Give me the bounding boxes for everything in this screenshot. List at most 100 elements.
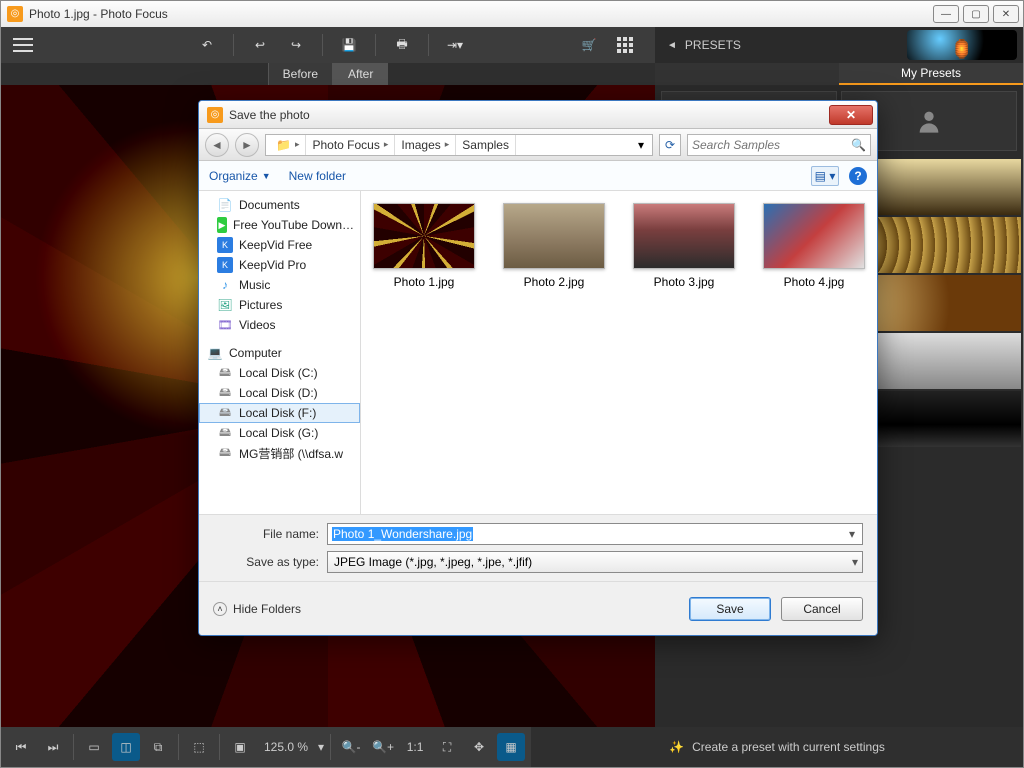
create-preset-label: Create a preset with current settings [692,740,885,754]
titlebar: Photo 1.jpg - Photo Focus — ▢ ✕ [1,1,1023,27]
tree-keepvid-free[interactable]: KKeepVid Free [199,235,360,255]
file-item[interactable]: Photo 2.jpg [503,203,605,289]
zoom-dropdown-icon[interactable]: ▾ [318,740,324,754]
print-icon[interactable]: 🖶 [388,31,416,59]
nav-forward-icon[interactable]: ► [235,133,259,157]
tab-after[interactable]: After [333,63,388,85]
help-icon[interactable]: ? [849,167,867,185]
tree-disk-g[interactable]: 🖴Local Disk (G:) [199,423,360,443]
tree-computer[interactable]: 💻Computer [199,343,360,363]
file-grid[interactable]: Photo 1.jpg Photo 2.jpg Photo 3.jpg Phot… [361,191,877,514]
save-type-select[interactable]: JPEG Image (*.jpg, *.jpeg, *.jpe, *.jfif… [327,551,863,573]
save-type-label: Save as type: [213,555,319,569]
refresh-icon[interactable]: ⟳ [659,134,681,156]
dialog-close-button[interactable]: ✕ [829,105,873,125]
fullscreen-icon[interactable]: ⛶ [433,733,461,761]
tree-keepvid-pro[interactable]: KKeepVid Pro [199,255,360,275]
dialog-body: 📄Documents ▶Free YouTube Down… KKeepVid … [199,191,877,514]
save-icon[interactable]: 💾 [335,31,363,59]
tree-disk-mg[interactable]: 🖴MG营销部 (\\dfsa.w [199,443,360,464]
bc-dropdown-icon[interactable]: ▾ [634,138,648,152]
tab-app-presets[interactable] [655,63,839,85]
view-mode-button[interactable]: ▤ ▾ [811,166,839,186]
filename-label: File name: [213,527,319,541]
undo-all-icon[interactable]: ↶ [193,31,221,59]
save-button[interactable]: Save [689,597,771,621]
file-label: Photo 3.jpg [654,275,715,289]
window-title: Photo 1.jpg - Photo Focus [29,7,929,21]
prev-image-icon[interactable]: ⏮ [7,733,35,761]
menu-icon[interactable] [9,31,37,59]
organize-menu[interactable]: Organize ▼ [209,169,271,183]
close-button[interactable]: ✕ [993,5,1019,23]
filename-input[interactable]: Photo 1_Wondershare.jpg ▾ [327,523,863,545]
bottom-toolbar: ⏮ ⏭ ▭ ◫ ⧉ ⬚ ▣ 125.0 % ▾ 🔍- 🔍+ 1:1 ⛶ ✥ ▦ [1,727,1023,767]
search-input[interactable]: 🔍 [687,134,871,156]
file-item[interactable]: Photo 3.jpg [633,203,735,289]
bc-seg[interactable]: Samples [456,135,516,155]
tree-pictures[interactable]: 🖼Pictures [199,295,360,315]
pan-icon[interactable]: ✥ [465,733,493,761]
create-preset-button[interactable]: ✨ Create a preset with current settings [531,727,1023,767]
split-view-icon[interactable]: ◫ [112,733,140,761]
app-toolbar: ↶ ↩ ↪ 💾 🖶 ⇥▾ 🛒 ◄ PRESETS 🏮 [1,27,1023,63]
zoom-in-icon[interactable]: 🔍+ [369,733,397,761]
search-icon: 🔍 [851,138,866,152]
chevron-up-icon: ˄ [213,602,227,616]
save-dialog: Save the photo ✕ ◄ ► 📁▸ Photo Focus▸ Ima… [198,100,878,636]
tree-disk-c[interactable]: 🖴Local Disk (C:) [199,363,360,383]
filename-dropdown-icon[interactable]: ▾ [844,526,860,542]
navigator-icon[interactable]: ▦ [497,733,525,761]
tree-videos[interactable]: 🎞Videos [199,315,360,335]
dialog-toolbar: Organize ▼ New folder ▤ ▾ ? [199,161,877,191]
actual-size-icon[interactable]: 1:1 [401,733,429,761]
redo-icon[interactable]: ↪ [282,31,310,59]
maximize-button[interactable]: ▢ [963,5,989,23]
histogram-icon[interactable]: ⬚ [185,733,213,761]
undo-icon[interactable]: ↩ [246,31,274,59]
tree-disk-f[interactable]: 🖴Local Disk (F:) [199,403,360,423]
presets-label: PRESETS [685,38,741,52]
nav-back-icon[interactable]: ◄ [205,133,229,157]
hide-folders-toggle[interactable]: ˄ Hide Folders [213,602,301,616]
file-thumb [633,203,735,269]
dialog-navbar: ◄ ► 📁▸ Photo Focus▸ Images▸ Samples ▾ ⟳ … [199,129,877,161]
collapse-icon[interactable]: ◄ [667,40,677,51]
file-item[interactable]: Photo 4.jpg [763,203,865,289]
wand-icon: ✨ [669,740,684,754]
tree-youtube[interactable]: ▶Free YouTube Down… [199,215,360,235]
tree-disk-d[interactable]: 🖴Local Disk (D:) [199,383,360,403]
dialog-title: Save the photo [229,108,829,122]
bc-seg[interactable]: Photo Focus▸ [306,135,395,155]
minimize-button[interactable]: — [933,5,959,23]
folder-tree[interactable]: 📄Documents ▶Free YouTube Down… KKeepVid … [199,191,361,514]
tree-music[interactable]: ♪Music [199,275,360,295]
genie-lamp-decoration: 🏮 [897,27,1017,63]
file-label: Photo 2.jpg [524,275,585,289]
tree-documents[interactable]: 📄Documents [199,195,360,215]
dialog-app-icon [207,107,223,123]
tab-before[interactable]: Before [268,63,333,85]
tab-my-presets[interactable]: My Presets [839,63,1023,85]
breadcrumb[interactable]: 📁▸ Photo Focus▸ Images▸ Samples ▾ [265,134,653,156]
zoom-out-icon[interactable]: 🔍- [337,733,365,761]
file-label: Photo 1.jpg [394,275,455,289]
search-field[interactable] [692,138,851,152]
bc-seg[interactable]: Images▸ [395,135,456,155]
next-image-icon[interactable]: ⏭ [39,733,67,761]
file-item[interactable]: Photo 1.jpg [373,203,475,289]
cancel-button[interactable]: Cancel [781,597,863,621]
dialog-fields: File name: Photo 1_Wondershare.jpg ▾ Sav… [199,514,877,581]
dialog-titlebar: Save the photo ✕ [199,101,877,129]
cart-icon[interactable]: 🛒 [575,31,603,59]
fit-icon[interactable]: ▣ [226,733,254,761]
grid-icon[interactable] [611,31,639,59]
chevron-down-icon: ▼ [262,171,271,181]
bc-root-icon[interactable]: 📁▸ [270,135,306,155]
compare-view-icon[interactable]: ⧉ [144,733,172,761]
share-icon[interactable]: ⇥▾ [441,31,469,59]
single-view-icon[interactable]: ▭ [80,733,108,761]
save-type-value: JPEG Image (*.jpg, *.jpeg, *.jpe, *.jfif… [334,555,532,569]
new-folder-button[interactable]: New folder [289,169,346,183]
file-label: Photo 4.jpg [784,275,845,289]
